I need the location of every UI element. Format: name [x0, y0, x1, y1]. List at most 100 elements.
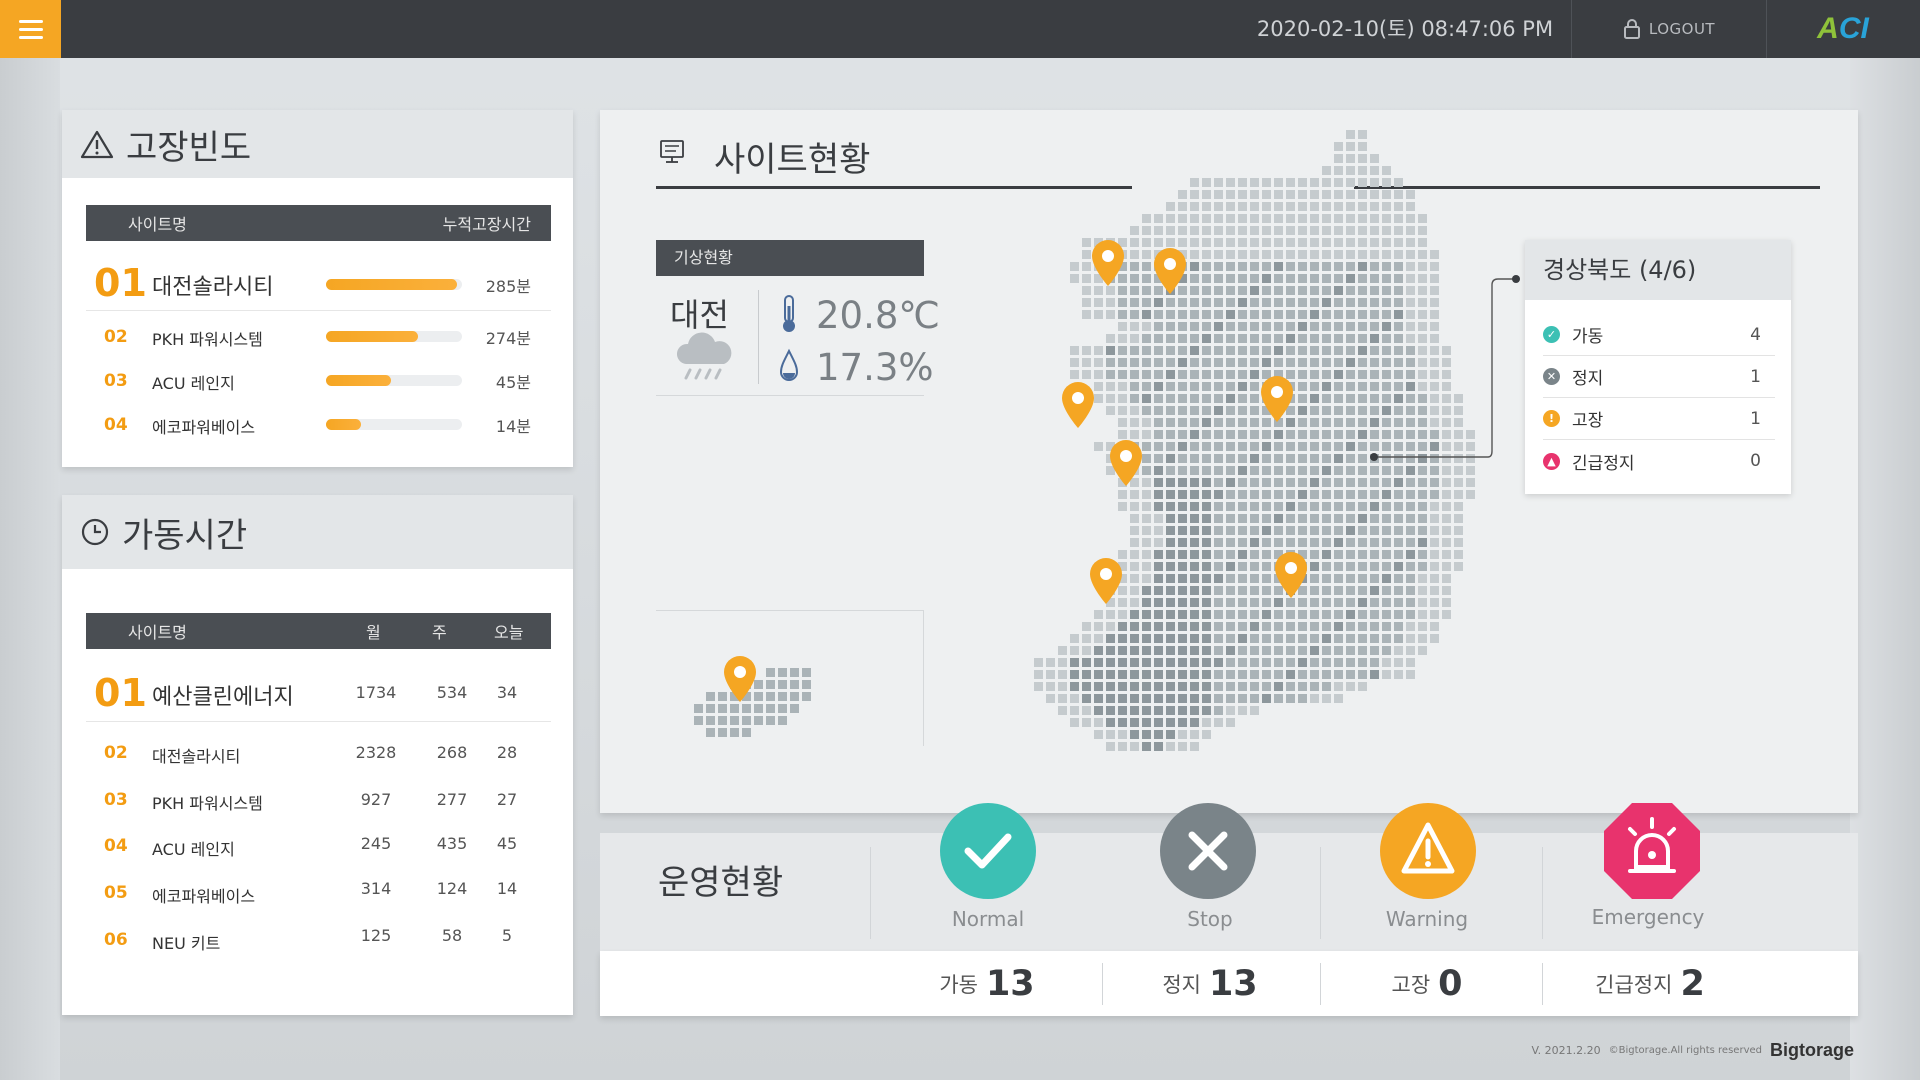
table-row[interactable]: 01 대전솔라시티 285분 — [86, 255, 551, 311]
map-cell — [1094, 694, 1103, 703]
warning-icon — [1380, 803, 1476, 899]
site-pin-icon[interactable] — [1090, 238, 1126, 288]
map-cell — [1382, 622, 1391, 631]
logo-letters-ci: CI — [1838, 12, 1869, 45]
map-cell — [1274, 682, 1283, 691]
map-cell — [1226, 190, 1235, 199]
map-cell — [1082, 718, 1091, 727]
table-row[interactable]: 05 에코파워베이스 314 124 14 — [86, 869, 551, 915]
table-row[interactable]: 03 ACU 레인지 45분 — [86, 359, 551, 403]
humidity-drop-icon — [779, 348, 799, 381]
map-cell — [1370, 538, 1379, 547]
table-row[interactable]: 02 PKH 파워시스템 274분 — [86, 315, 551, 359]
map-cell — [1106, 670, 1115, 679]
map-cell — [1082, 694, 1091, 703]
map-cell — [1334, 598, 1343, 607]
map-cell — [1166, 598, 1175, 607]
map-cell — [1346, 286, 1355, 295]
table-row[interactable]: 04 ACU 레인지 245 435 45 — [86, 822, 551, 868]
table-row[interactable]: 06 NEU 키트 125 58 5 — [86, 916, 551, 962]
map-cell — [1154, 706, 1163, 715]
map-cell — [1130, 706, 1139, 715]
map-cell — [1322, 454, 1331, 463]
map-cell — [1394, 490, 1403, 499]
map-cell — [1118, 658, 1127, 667]
map-cell — [1346, 214, 1355, 223]
operation-counts: 가동 13 정지 13 고장 0 긴급정지 2 — [600, 951, 1858, 1016]
map-cell — [1250, 550, 1259, 559]
map-cell — [1310, 466, 1319, 475]
map-cell — [1466, 466, 1475, 475]
map-cell — [1130, 610, 1139, 619]
map-cell — [1166, 358, 1175, 367]
map-cell — [1358, 646, 1367, 655]
map-cell — [1226, 502, 1235, 511]
fault-bar — [326, 279, 462, 290]
menu-button[interactable] — [0, 0, 61, 58]
map-cell — [1178, 562, 1187, 571]
normal-status-icon[interactable] — [938, 801, 1038, 901]
table-row[interactable]: 01 예산클린에너지 1734 534 34 — [86, 663, 551, 722]
table-row[interactable]: 04 에코파워베이스 14분 — [86, 403, 551, 447]
site-pin-icon[interactable] — [1152, 246, 1188, 296]
map-cell — [1154, 634, 1163, 643]
logout-button[interactable]: LOGOUT — [1572, 0, 1766, 58]
map-cell — [1250, 526, 1259, 535]
count-label: 가동 — [939, 972, 978, 997]
map-cell — [1322, 226, 1331, 235]
map-cell — [1178, 418, 1187, 427]
map-cell — [1322, 322, 1331, 331]
map-cell — [1154, 214, 1163, 223]
map-cell — [1154, 682, 1163, 691]
map-cell — [1142, 622, 1151, 631]
map-cell — [1394, 670, 1403, 679]
map-cell — [1190, 226, 1199, 235]
site-pin-icon[interactable] — [1273, 550, 1309, 600]
map-cell — [1202, 382, 1211, 391]
site-pin-icon[interactable] — [1259, 374, 1295, 424]
map-cell — [1118, 706, 1127, 715]
map-cell — [1334, 310, 1343, 319]
map-cell — [1334, 286, 1343, 295]
map-cell — [1190, 634, 1199, 643]
site-pin-icon[interactable] — [1088, 556, 1124, 606]
stop-status-icon[interactable] — [1158, 801, 1258, 901]
site-pin-icon[interactable] — [1060, 380, 1096, 430]
site-pin-icon[interactable] — [722, 654, 758, 704]
map-cell — [1418, 634, 1427, 643]
map-cell — [1118, 634, 1127, 643]
map-cell — [1250, 322, 1259, 331]
map-cell — [1406, 250, 1415, 259]
region-status-card[interactable]: 경상북도 (4/6) ✓ 가동 4 ✕ 정지 1 ! 고장 1 ▲ 긴급정지 0 — [1525, 240, 1791, 494]
table-row[interactable]: 03 PKH 파워시스템 927 277 27 — [86, 776, 551, 822]
map-cell — [778, 680, 787, 689]
map-cell — [1298, 622, 1307, 631]
panel-title: 운영현황 — [658, 863, 784, 903]
map-cell — [1406, 562, 1415, 571]
map-cell — [1214, 442, 1223, 451]
map-cell — [1250, 562, 1259, 571]
table-row[interactable]: 02 대전솔라시티 2328 268 28 — [86, 729, 551, 775]
map-cell — [1298, 682, 1307, 691]
map-cell — [1094, 610, 1103, 619]
map-cell — [1190, 286, 1199, 295]
map-cell — [1178, 586, 1187, 595]
month-value: 245 — [360, 834, 392, 853]
map-cell — [1118, 334, 1127, 343]
map-cell — [1202, 322, 1211, 331]
map-cell — [1418, 214, 1427, 223]
map-cell — [1154, 358, 1163, 367]
site-name: PKH 파워시스템 — [152, 794, 263, 813]
map-cell — [1334, 334, 1343, 343]
site-pin-icon[interactable] — [1108, 438, 1144, 488]
map-cell — [790, 680, 799, 689]
map-cell — [1190, 670, 1199, 679]
map-cell — [1082, 358, 1091, 367]
map-cell — [1358, 610, 1367, 619]
warning-status-icon[interactable] — [1378, 801, 1478, 901]
status-count: 0 — [1750, 451, 1761, 471]
emergency-status-icon[interactable] — [1602, 801, 1702, 901]
map-cell — [1178, 670, 1187, 679]
map-cell — [1202, 466, 1211, 475]
map-cell — [1406, 526, 1415, 535]
